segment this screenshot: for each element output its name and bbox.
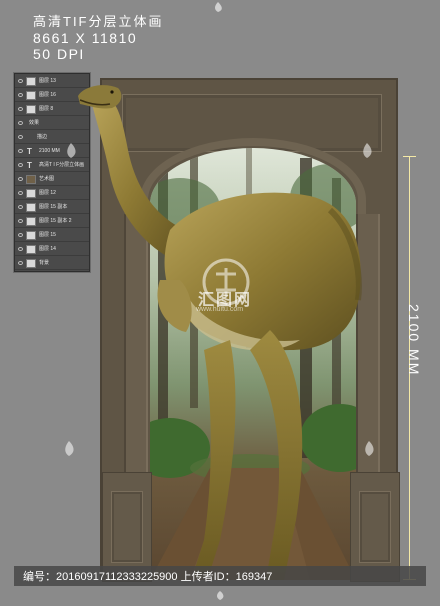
watermark-bottom-icon [210, 588, 230, 606]
watermark-side-icon [358, 438, 380, 465]
uploader-value: 169347 [235, 571, 273, 583]
watermark: 汇图网 www.huitu.com [186, 256, 266, 316]
watermark-side-icon [60, 140, 82, 167]
watermark-side-icon [356, 140, 378, 167]
watermark-side-icon [58, 438, 80, 465]
id-label: 编号： [23, 571, 56, 583]
uploader-label: 上传者ID： [177, 571, 236, 583]
watermark-top-icon [208, 0, 228, 19]
watermark-url: www.huitu.com [196, 306, 244, 313]
dimension-label: 2100 MM [406, 303, 422, 377]
footer-id-bar: 编号：20160917112333225900 上传者ID：169347 [14, 566, 426, 586]
dimension-top-cap [403, 156, 416, 157]
id-value: 20160917112333225900 [56, 571, 178, 583]
